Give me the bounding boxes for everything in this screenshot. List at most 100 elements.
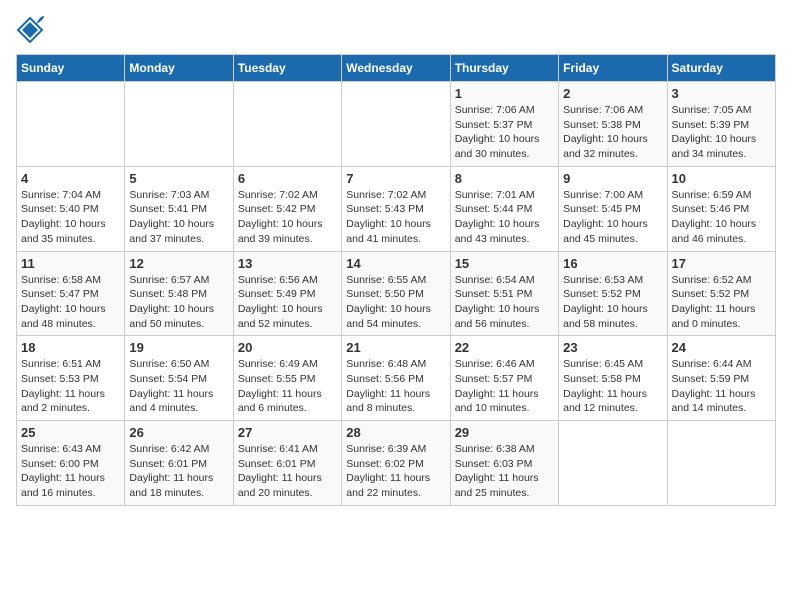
day-info: Sunrise: 6:44 AMSunset: 5:59 PMDaylight:… [672, 357, 771, 416]
calendar-cell: 22 Sunrise: 6:46 AMSunset: 5:57 PMDaylig… [450, 336, 558, 421]
week-row: 4 Sunrise: 7:04 AMSunset: 5:40 PMDayligh… [17, 166, 776, 251]
day-number: 29 [455, 425, 554, 440]
day-header-tuesday: Tuesday [233, 55, 341, 82]
day-info: Sunrise: 6:39 AMSunset: 6:02 PMDaylight:… [346, 442, 445, 501]
day-number: 23 [563, 340, 662, 355]
day-number: 24 [672, 340, 771, 355]
calendar-cell [342, 82, 450, 167]
day-info: Sunrise: 6:42 AMSunset: 6:01 PMDaylight:… [129, 442, 228, 501]
day-header-saturday: Saturday [667, 55, 775, 82]
week-row: 1 Sunrise: 7:06 AMSunset: 5:37 PMDayligh… [17, 82, 776, 167]
calendar-cell: 20 Sunrise: 6:49 AMSunset: 5:55 PMDaylig… [233, 336, 341, 421]
day-number: 4 [21, 171, 120, 186]
calendar-cell: 16 Sunrise: 6:53 AMSunset: 5:52 PMDaylig… [559, 251, 667, 336]
calendar-cell: 18 Sunrise: 6:51 AMSunset: 5:53 PMDaylig… [17, 336, 125, 421]
day-header-friday: Friday [559, 55, 667, 82]
day-header-thursday: Thursday [450, 55, 558, 82]
day-number: 19 [129, 340, 228, 355]
calendar-cell: 29 Sunrise: 6:38 AMSunset: 6:03 PMDaylig… [450, 421, 558, 506]
day-number: 17 [672, 256, 771, 271]
calendar-cell: 24 Sunrise: 6:44 AMSunset: 5:59 PMDaylig… [667, 336, 775, 421]
day-info: Sunrise: 7:06 AMSunset: 5:38 PMDaylight:… [563, 103, 662, 162]
calendar-cell: 5 Sunrise: 7:03 AMSunset: 5:41 PMDayligh… [125, 166, 233, 251]
logo [16, 16, 46, 44]
day-number: 26 [129, 425, 228, 440]
week-row: 11 Sunrise: 6:58 AMSunset: 5:47 PMDaylig… [17, 251, 776, 336]
day-number: 12 [129, 256, 228, 271]
day-info: Sunrise: 7:02 AMSunset: 5:43 PMDaylight:… [346, 188, 445, 247]
day-info: Sunrise: 6:58 AMSunset: 5:47 PMDaylight:… [21, 273, 120, 332]
day-info: Sunrise: 6:46 AMSunset: 5:57 PMDaylight:… [455, 357, 554, 416]
calendar-cell: 10 Sunrise: 6:59 AMSunset: 5:46 PMDaylig… [667, 166, 775, 251]
calendar-cell: 3 Sunrise: 7:05 AMSunset: 5:39 PMDayligh… [667, 82, 775, 167]
calendar-cell: 4 Sunrise: 7:04 AMSunset: 5:40 PMDayligh… [17, 166, 125, 251]
day-number: 2 [563, 86, 662, 101]
day-info: Sunrise: 6:45 AMSunset: 5:58 PMDaylight:… [563, 357, 662, 416]
day-info: Sunrise: 6:49 AMSunset: 5:55 PMDaylight:… [238, 357, 337, 416]
calendar-cell: 28 Sunrise: 6:39 AMSunset: 6:02 PMDaylig… [342, 421, 450, 506]
logo-icon [16, 16, 44, 44]
day-number: 1 [455, 86, 554, 101]
day-info: Sunrise: 7:05 AMSunset: 5:39 PMDaylight:… [672, 103, 771, 162]
day-info: Sunrise: 7:02 AMSunset: 5:42 PMDaylight:… [238, 188, 337, 247]
day-header-monday: Monday [125, 55, 233, 82]
day-number: 13 [238, 256, 337, 271]
day-number: 21 [346, 340, 445, 355]
calendar-cell: 7 Sunrise: 7:02 AMSunset: 5:43 PMDayligh… [342, 166, 450, 251]
page-header [16, 16, 776, 44]
day-info: Sunrise: 6:56 AMSunset: 5:49 PMDaylight:… [238, 273, 337, 332]
day-number: 28 [346, 425, 445, 440]
day-info: Sunrise: 7:04 AMSunset: 5:40 PMDaylight:… [21, 188, 120, 247]
day-info: Sunrise: 7:00 AMSunset: 5:45 PMDaylight:… [563, 188, 662, 247]
day-number: 10 [672, 171, 771, 186]
calendar-cell: 2 Sunrise: 7:06 AMSunset: 5:38 PMDayligh… [559, 82, 667, 167]
week-row: 25 Sunrise: 6:43 AMSunset: 6:00 PMDaylig… [17, 421, 776, 506]
calendar-cell: 12 Sunrise: 6:57 AMSunset: 5:48 PMDaylig… [125, 251, 233, 336]
day-number: 8 [455, 171, 554, 186]
day-header-sunday: Sunday [17, 55, 125, 82]
calendar-cell: 6 Sunrise: 7:02 AMSunset: 5:42 PMDayligh… [233, 166, 341, 251]
calendar-cell [233, 82, 341, 167]
calendar-header: SundayMondayTuesdayWednesdayThursdayFrid… [17, 55, 776, 82]
calendar-cell: 13 Sunrise: 6:56 AMSunset: 5:49 PMDaylig… [233, 251, 341, 336]
calendar-cell [559, 421, 667, 506]
day-info: Sunrise: 6:55 AMSunset: 5:50 PMDaylight:… [346, 273, 445, 332]
day-number: 15 [455, 256, 554, 271]
day-info: Sunrise: 6:54 AMSunset: 5:51 PMDaylight:… [455, 273, 554, 332]
day-info: Sunrise: 7:01 AMSunset: 5:44 PMDaylight:… [455, 188, 554, 247]
day-number: 16 [563, 256, 662, 271]
calendar-cell: 1 Sunrise: 7:06 AMSunset: 5:37 PMDayligh… [450, 82, 558, 167]
day-number: 18 [21, 340, 120, 355]
day-info: Sunrise: 7:06 AMSunset: 5:37 PMDaylight:… [455, 103, 554, 162]
day-info: Sunrise: 6:57 AMSunset: 5:48 PMDaylight:… [129, 273, 228, 332]
day-number: 9 [563, 171, 662, 186]
day-info: Sunrise: 6:50 AMSunset: 5:54 PMDaylight:… [129, 357, 228, 416]
calendar-cell [17, 82, 125, 167]
day-info: Sunrise: 6:51 AMSunset: 5:53 PMDaylight:… [21, 357, 120, 416]
calendar-cell [125, 82, 233, 167]
calendar-cell: 14 Sunrise: 6:55 AMSunset: 5:50 PMDaylig… [342, 251, 450, 336]
day-number: 5 [129, 171, 228, 186]
calendar-cell: 21 Sunrise: 6:48 AMSunset: 5:56 PMDaylig… [342, 336, 450, 421]
calendar-body: 1 Sunrise: 7:06 AMSunset: 5:37 PMDayligh… [17, 82, 776, 506]
day-info: Sunrise: 7:03 AMSunset: 5:41 PMDaylight:… [129, 188, 228, 247]
day-info: Sunrise: 6:52 AMSunset: 5:52 PMDaylight:… [672, 273, 771, 332]
day-number: 25 [21, 425, 120, 440]
week-row: 18 Sunrise: 6:51 AMSunset: 5:53 PMDaylig… [17, 336, 776, 421]
calendar-cell: 27 Sunrise: 6:41 AMSunset: 6:01 PMDaylig… [233, 421, 341, 506]
calendar-table: SundayMondayTuesdayWednesdayThursdayFrid… [16, 54, 776, 506]
day-header-wednesday: Wednesday [342, 55, 450, 82]
day-number: 7 [346, 171, 445, 186]
day-info: Sunrise: 6:41 AMSunset: 6:01 PMDaylight:… [238, 442, 337, 501]
day-info: Sunrise: 6:38 AMSunset: 6:03 PMDaylight:… [455, 442, 554, 501]
calendar-cell: 25 Sunrise: 6:43 AMSunset: 6:00 PMDaylig… [17, 421, 125, 506]
day-number: 22 [455, 340, 554, 355]
day-info: Sunrise: 6:59 AMSunset: 5:46 PMDaylight:… [672, 188, 771, 247]
calendar-cell: 19 Sunrise: 6:50 AMSunset: 5:54 PMDaylig… [125, 336, 233, 421]
day-number: 6 [238, 171, 337, 186]
calendar-cell: 8 Sunrise: 7:01 AMSunset: 5:44 PMDayligh… [450, 166, 558, 251]
day-info: Sunrise: 6:48 AMSunset: 5:56 PMDaylight:… [346, 357, 445, 416]
calendar-cell [667, 421, 775, 506]
calendar-cell: 26 Sunrise: 6:42 AMSunset: 6:01 PMDaylig… [125, 421, 233, 506]
calendar-cell: 23 Sunrise: 6:45 AMSunset: 5:58 PMDaylig… [559, 336, 667, 421]
